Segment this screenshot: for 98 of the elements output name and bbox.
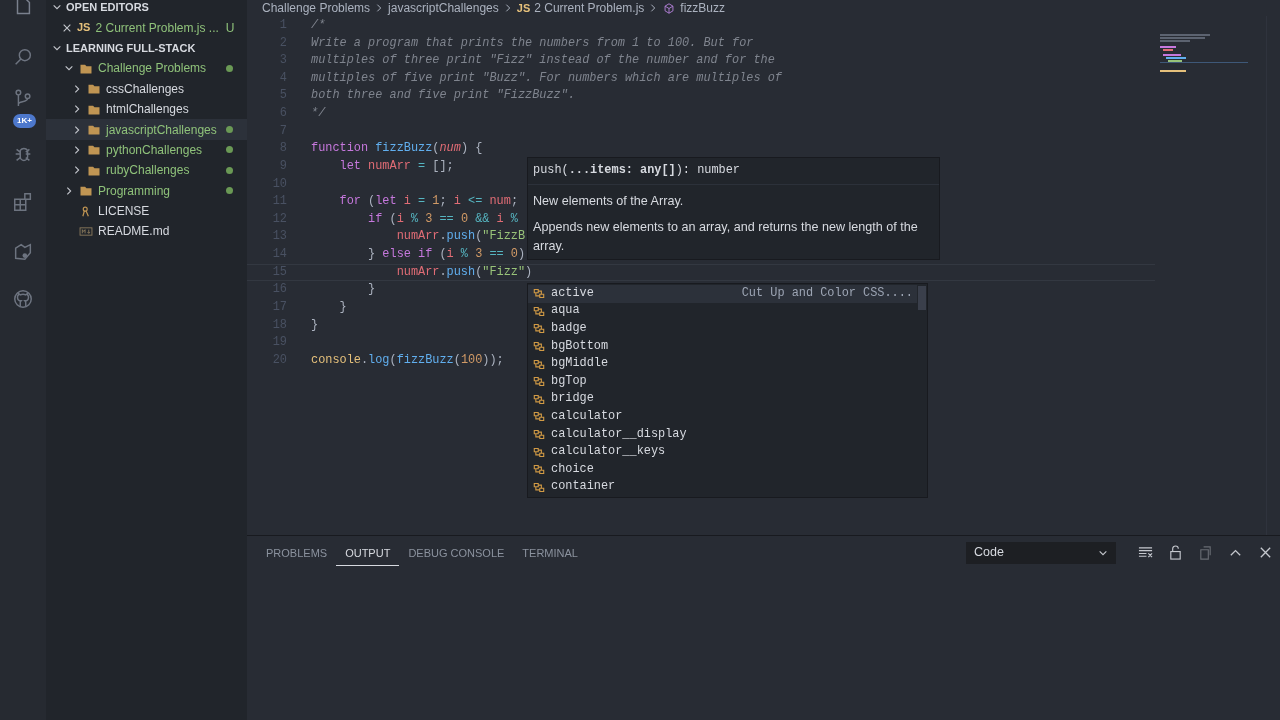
output-channel-dropdown[interactable]: Code xyxy=(966,541,1116,564)
folder-icon xyxy=(87,144,101,156)
description-text: Appends new elements to an array, and returns the new length of the array. xyxy=(533,219,919,255)
chevron-icon[interactable] xyxy=(72,83,82,94)
chevron-icon[interactable] xyxy=(72,124,82,135)
signature-text: push(...items: any[]): number xyxy=(528,158,939,185)
tree-item[interactable]: Challenge Problems xyxy=(98,59,207,78)
tree-item[interactable]: rubyChallenges xyxy=(106,161,190,180)
modified-dot xyxy=(226,146,233,154)
code-line: console.log(fizzBuzz(100)); xyxy=(311,351,504,369)
suggestion-item[interactable]: aqua xyxy=(528,302,917,321)
class-symbol-icon xyxy=(532,358,546,370)
suggestion-item[interactable]: active Cut Up and Color CSS.... xyxy=(528,285,917,303)
cube-icon xyxy=(662,2,677,14)
tree-item[interactable]: javascriptChallenges xyxy=(106,120,217,139)
section-header[interactable]: LEARNING FULL-STACK xyxy=(66,39,196,57)
close-icon[interactable] xyxy=(62,22,72,33)
extensions-icon[interactable] xyxy=(12,191,34,214)
chevron-icon[interactable] xyxy=(64,185,74,196)
class-symbol-icon xyxy=(532,411,546,423)
panel-tab[interactable]: PROBLEMS xyxy=(257,538,337,567)
file-type-label: JS xyxy=(77,20,91,36)
modified-dot xyxy=(226,64,233,72)
folder-icon xyxy=(79,185,93,197)
open-editor-item[interactable]: 2 Current Problem.js ... xyxy=(95,18,219,37)
tree-item[interactable]: pythonChallenges xyxy=(106,140,203,159)
breadcrumb-item[interactable]: javascriptChallenges xyxy=(388,0,499,17)
copy-icon xyxy=(1197,545,1213,560)
panel-tab[interactable]: OUTPUT xyxy=(336,538,400,567)
chevron-icon[interactable] xyxy=(72,104,82,115)
code-line: numArr.push("Fizz") xyxy=(395,263,533,281)
unlock-icon xyxy=(1167,545,1183,560)
suggestion-item[interactable]: calculator__display xyxy=(528,425,917,444)
code-line: */ xyxy=(311,105,326,122)
code-line: } xyxy=(311,316,319,334)
modified-dot xyxy=(226,187,233,195)
folder-icon xyxy=(87,164,101,176)
breadcrumb-item[interactable]: 2 Current Problem.js xyxy=(534,0,645,17)
suggestion-item[interactable]: choice xyxy=(528,460,917,479)
folder-icon xyxy=(87,103,101,115)
tree-item[interactable]: LICENSE xyxy=(98,202,150,221)
suggestion-item[interactable]: bgBottom xyxy=(528,337,917,356)
folder-icon xyxy=(79,62,93,74)
class-symbol-icon xyxy=(532,429,546,441)
panel-tab[interactable]: DEBUG CONSOLE xyxy=(399,538,514,567)
scrollbar-thumb[interactable] xyxy=(918,286,926,310)
code-line: multiples of five print "Buzz". For numbers which are multiples of xyxy=(311,69,782,87)
suggestion-item[interactable]: bridge xyxy=(528,390,917,409)
suggestion-item[interactable]: container xyxy=(528,478,917,497)
git-status: U xyxy=(225,19,235,37)
code-line: /* xyxy=(311,16,326,34)
breadcrumb-item[interactable]: fizzBuzz xyxy=(680,0,725,17)
class-symbol-icon xyxy=(532,481,546,493)
minimap-drawing[interactable] xyxy=(1160,34,1248,72)
chevron-icon[interactable] xyxy=(72,144,82,155)
code-line: } else if (i % 3 == 0) xyxy=(367,246,526,263)
suggestion-item[interactable]: bgMiddle xyxy=(528,355,917,373)
suggestion-item[interactable]: calculator__keys xyxy=(528,443,917,461)
chevron-icon[interactable] xyxy=(72,165,82,176)
clear-output-icon xyxy=(1137,545,1153,560)
count-badge: 1K+ xyxy=(13,114,36,128)
folder-icon xyxy=(87,124,101,136)
code-line: } xyxy=(367,281,376,299)
breadcrumb-item[interactable]: Challenge Problems xyxy=(262,0,371,17)
suggestion-item[interactable]: badge xyxy=(528,320,917,338)
code-line: both three and five print "FizzBuzz". xyxy=(311,87,575,105)
code-line: } xyxy=(338,298,347,316)
suggestion-item[interactable]: calculator xyxy=(528,408,917,426)
code-line: for (let i = 1; i <= num; xyxy=(338,193,518,211)
class-symbol-icon xyxy=(532,393,546,405)
class-symbol-icon xyxy=(532,323,546,335)
code-line: multiples of three print "Fizz" instead of the number and for the xyxy=(311,52,775,70)
tree-item[interactable]: README.md xyxy=(98,222,170,241)
markdown-icon xyxy=(79,226,93,237)
code-line: function fizzBuzz(num) { xyxy=(311,140,483,158)
tree-item[interactable]: htmlChallenges xyxy=(106,100,189,119)
tree-item[interactable]: Programming xyxy=(98,181,171,200)
file-type-label: JS xyxy=(516,0,531,16)
modified-dot xyxy=(226,166,233,174)
class-symbol-icon xyxy=(532,376,546,388)
panel-tab[interactable]: TERMINAL xyxy=(513,538,587,567)
code-line: if (i % 3 == 0 && i % xyxy=(367,210,518,228)
suggestion-item[interactable]: bgTop xyxy=(528,372,917,391)
class-symbol-icon xyxy=(532,464,546,476)
folder-icon xyxy=(87,83,101,95)
code-line: Write a program that prints the numbers from 1 to 100. But for xyxy=(311,34,754,52)
code-line: numArr.push("FizzB xyxy=(395,228,526,246)
cat-logo-icon[interactable] xyxy=(12,288,34,311)
modified-dot xyxy=(226,126,233,134)
tree-row-highlight[interactable]: javascriptChallenges xyxy=(46,119,247,140)
tree-item[interactable]: cssChallenges xyxy=(106,79,185,98)
class-symbol-icon xyxy=(532,305,546,317)
summary-text: New elements of the Array. xyxy=(533,193,685,210)
class-symbol-icon xyxy=(532,288,546,300)
section-header[interactable]: OPEN EDITORS xyxy=(66,0,149,16)
class-symbol-icon xyxy=(532,341,546,353)
code-line: let numArr = []; xyxy=(338,157,454,175)
class-symbol-icon xyxy=(532,446,546,458)
